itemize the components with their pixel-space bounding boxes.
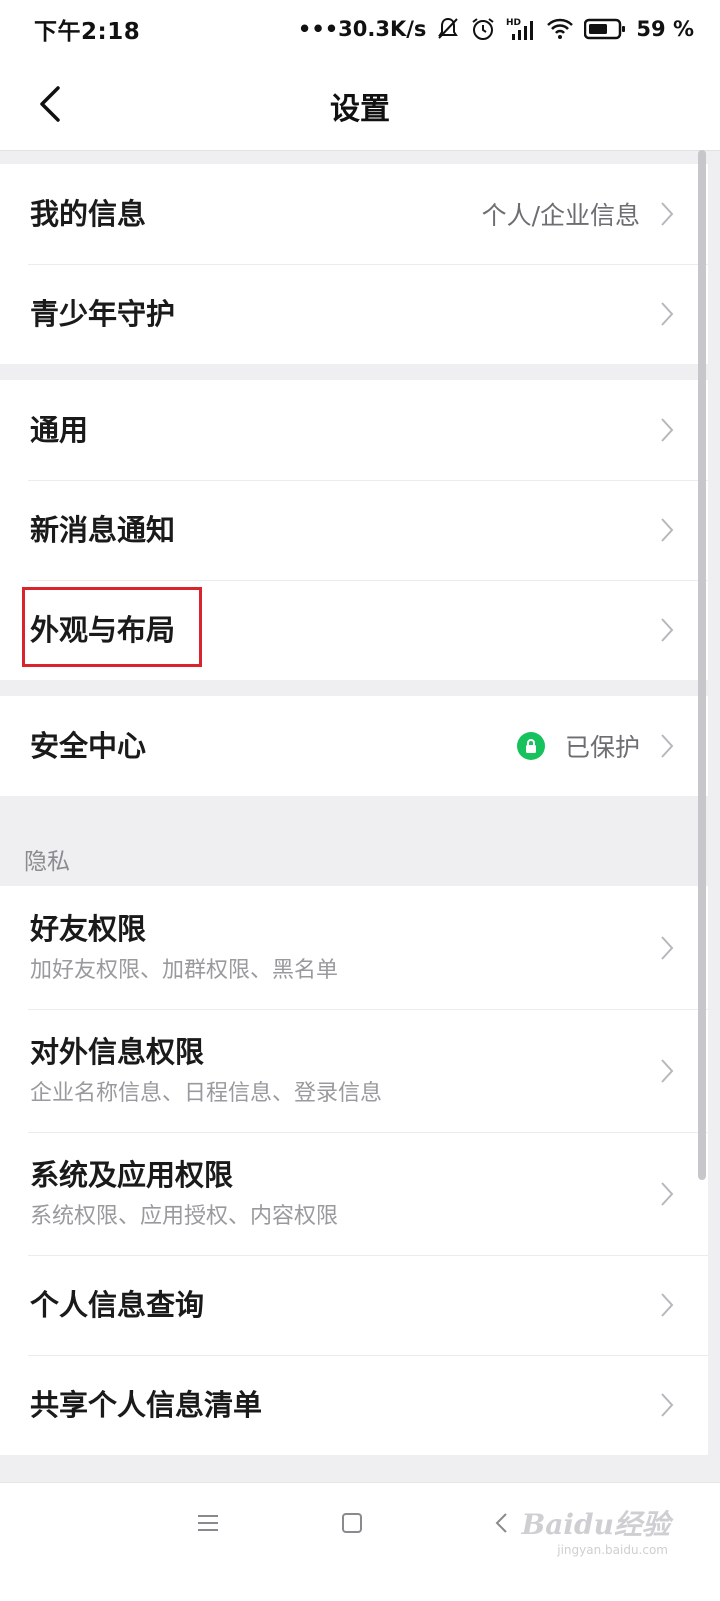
row-label: 对外信息权限 xyxy=(30,1035,205,1070)
settings-group-security: 安全中心 已保护 xyxy=(0,696,708,796)
page-title: 设置 xyxy=(330,92,390,127)
chevron-right-icon xyxy=(661,202,674,226)
row-subtitle: 系统权限、应用授权、内容权限 xyxy=(30,1203,339,1229)
row-value: 个人/企业信息 xyxy=(481,201,640,230)
status-time: 下午2:18 xyxy=(34,19,141,45)
status-icons: •••30.3K/s HD 59 % xyxy=(298,16,694,42)
lock-icon xyxy=(516,732,545,760)
row-subtitle: 加好友权限、加群权限、黑名单 xyxy=(30,957,339,983)
row-label: 青少年守护 xyxy=(30,296,176,331)
settings-row-youth-protection[interactable]: 青少年守护 xyxy=(0,264,708,364)
network-speed: •••30.3K/s xyxy=(297,17,427,41)
chevron-right-icon xyxy=(661,1181,674,1206)
chevron-right-icon xyxy=(661,302,674,326)
settings-row-system-app-permissions[interactable]: 系统及应用权限 系统权限、应用授权、内容权限 xyxy=(0,1132,708,1255)
settings-group-general: 通用 新消息通知 外观与布局 xyxy=(0,380,708,680)
chevron-right-icon xyxy=(661,734,674,758)
battery-icon xyxy=(584,18,626,40)
bell-off-icon xyxy=(436,16,460,42)
svg-text:HD: HD xyxy=(506,18,521,28)
row-label: 通用 xyxy=(30,412,89,447)
row-label: 系统及应用权限 xyxy=(30,1158,234,1193)
chevron-right-icon xyxy=(661,618,674,642)
section-header-privacy: 隐私 xyxy=(24,849,70,875)
header-bar: 设置 xyxy=(0,58,720,151)
row-label: 外观与布局 xyxy=(30,612,176,647)
chevron-right-icon xyxy=(661,935,674,960)
alarm-icon xyxy=(470,16,496,42)
settings-row-shared-info-list[interactable]: 共享个人信息清单 xyxy=(0,1355,708,1455)
settings-row-external-info-permissions[interactable]: 对外信息权限 企业名称信息、日程信息、登录信息 xyxy=(0,1009,708,1132)
settings-row-personal-info-query[interactable]: 个人信息查询 xyxy=(0,1255,708,1355)
row-value: 已保护 xyxy=(564,733,640,762)
row-label: 安全中心 xyxy=(30,728,147,763)
settings-group-privacy: 好友权限 加好友权限、加群权限、黑名单 对外信息权限 企业名称信息、日程信息、登… xyxy=(0,886,708,1455)
system-navigation-bar: Baidu经验 jingyan.baidu.com xyxy=(0,1482,720,1601)
settings-row-appearance-layout[interactable]: 外观与布局 xyxy=(0,580,708,680)
watermark-url: jingyan.baidu.com xyxy=(557,1543,668,1557)
settings-row-my-info[interactable]: 我的信息 个人/企业信息 xyxy=(0,164,708,264)
watermark-logo: Baidu经验 xyxy=(521,1508,670,1541)
settings-group-account: 我的信息 个人/企业信息 青少年守护 xyxy=(0,164,708,364)
chevron-right-icon xyxy=(661,518,674,542)
row-label: 共享个人信息清单 xyxy=(30,1387,263,1422)
settings-row-security-center[interactable]: 安全中心 已保护 xyxy=(0,696,708,796)
chevron-right-icon xyxy=(661,418,674,442)
battery-percent: 59 % xyxy=(636,17,694,41)
settings-row-friend-permissions[interactable]: 好友权限 加好友权限、加群权限、黑名单 xyxy=(0,886,708,1009)
chevron-right-icon xyxy=(661,1293,674,1317)
row-subtitle: 企业名称信息、日程信息、登录信息 xyxy=(30,1080,383,1106)
row-label: 个人信息查询 xyxy=(30,1287,205,1322)
settings-row-general[interactable]: 通用 xyxy=(0,380,708,480)
settings-row-new-message-notification[interactable]: 新消息通知 xyxy=(0,480,708,580)
hd-signal-icon: HD xyxy=(506,16,536,42)
row-label: 新消息通知 xyxy=(30,512,176,547)
wifi-icon xyxy=(546,17,574,41)
home-square-icon[interactable] xyxy=(340,1511,364,1539)
status-bar: 下午2:18 •••30.3K/s HD 59 % xyxy=(0,0,720,58)
chevron-right-icon xyxy=(661,1393,674,1417)
scrollbar[interactable] xyxy=(698,150,706,1180)
row-label: 我的信息 xyxy=(30,196,147,231)
menu-icon[interactable] xyxy=(196,1511,220,1539)
chevron-right-icon xyxy=(661,1058,674,1083)
back-arrow-icon[interactable] xyxy=(490,1511,514,1539)
row-label: 好友权限 xyxy=(30,912,147,947)
